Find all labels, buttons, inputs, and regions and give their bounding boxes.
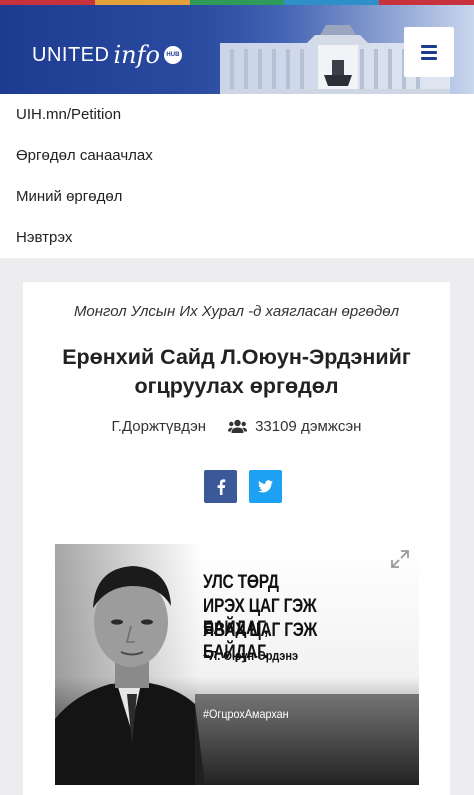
expand-icon[interactable] [390, 549, 410, 569]
logo-info-text: info [113, 41, 160, 69]
petition-image[interactable]: УЛС ТӨРД ИРЭХ ЦАГ ГЭЖ БАЙДАГ, ЯВАХ ЦАГ Г… [55, 544, 419, 785]
logo-hub-badge: HUB [163, 46, 182, 64]
quote-line-1: УЛС ТӨРД [203, 572, 279, 593]
hamburger-icon [421, 44, 437, 48]
hamburger-menu-button[interactable] [404, 27, 454, 77]
facebook-icon [217, 478, 225, 495]
image-hashtag: #ОгцрохАмархан [203, 707, 289, 721]
petition-supporters-count: 33109 дэмжсэн [255, 418, 362, 435]
petition-title-line1: Ерөнхий Сайд Л.Оюун-Эрдэнийг [62, 345, 411, 369]
petition-title-line2: огцруулах өргөдөл [134, 374, 339, 398]
nav-menu: UIH.mn/Petition Өргөдөл санаачлах Миний … [0, 94, 474, 258]
petition-meta: Г.Доржтүвдэн 33109 дэмжсэн [23, 418, 450, 435]
twitter-icon [258, 480, 273, 493]
nav-item-petition[interactable]: UIH.mn/Petition [16, 106, 121, 123]
petition-addressed-to: Монгол Улсын Их Хурал -д хаягласан өргөд… [73, 303, 400, 320]
petition-title: Ерөнхий Сайд Л.Оюун-Эрдэнийг огцруулах ө… [43, 343, 430, 401]
nav-item-my-petitions[interactable]: Миний өргөдөл [16, 188, 122, 205]
share-facebook-button[interactable] [204, 470, 237, 503]
site-logo[interactable]: UNITED info HUB [32, 41, 182, 69]
petition-author: Г.Доржтүвдэн [111, 418, 207, 435]
quote-author: ~Л. Оюун-Эрдэнэ [203, 648, 299, 663]
site-header: UNITED info HUB [0, 5, 474, 94]
petition-card: Монгол Улсын Их Хурал -д хаягласан өргөд… [23, 282, 450, 795]
users-icon [228, 419, 248, 433]
logo-united-text: UNITED [32, 43, 110, 66]
share-twitter-button[interactable] [249, 470, 282, 503]
nav-item-login[interactable]: Нэвтрэх [16, 229, 72, 246]
nav-item-start-petition[interactable]: Өргөдөл санаачлах [16, 147, 153, 164]
